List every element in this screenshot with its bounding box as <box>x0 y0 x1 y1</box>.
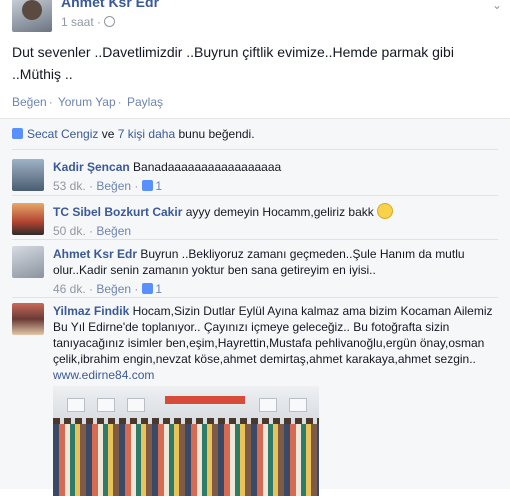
photo-window <box>67 398 85 412</box>
comment-like-count[interactable]: 1 <box>155 282 162 296</box>
commenter-name[interactable]: Kadir Şencan <box>53 160 130 174</box>
commenter-name[interactable]: Ahmet Ksr Edr <box>53 247 137 261</box>
post-actions: Beğen · Yorum Yap · Paylaş <box>12 95 164 109</box>
comment-text: Banadaaaaaaaaaaaaaaaaa <box>133 160 282 174</box>
comment-link: www.edirne84.com <box>53 367 493 383</box>
commenter-avatar[interactable] <box>12 246 44 278</box>
share-button[interactable]: Paylaş <box>127 95 163 109</box>
comment-like-button[interactable]: Beğen <box>96 179 131 193</box>
comment-meta: 53 dk. · Beğen · 1 <box>53 179 163 193</box>
post-author-name[interactable]: Ahmet Ksr Edr <box>61 0 159 10</box>
smile-emoji-icon <box>376 203 393 219</box>
liker-name[interactable]: Secat Cengiz <box>27 127 98 141</box>
photo-window <box>97 398 115 412</box>
thumbs-up-icon <box>142 180 154 191</box>
photo-window <box>289 398 307 412</box>
likes-conjunction: ve <box>101 127 115 141</box>
commenter-name[interactable]: TC Sibel Bozkurt Cakir <box>53 205 182 219</box>
divider <box>12 149 498 150</box>
chevron-down-icon[interactable]: ⌄ <box>492 0 502 12</box>
comment-text: ayyy demeyin Hocamm,geliriz bakk <box>185 205 374 219</box>
like-button[interactable]: Beğen <box>12 95 47 109</box>
post-text: Dut sevenler ..Davetlimizdir ..Buyrun çi… <box>12 44 454 82</box>
feedback-section: Secat Cengiz ve 7 kişi daha bunu beğendi… <box>0 118 510 496</box>
likes-summary: Secat Cengiz ve 7 kişi daha bunu beğendi… <box>12 127 255 141</box>
post-header: Ahmet Ksr Edr 1 saat · ⌄ <box>0 0 510 38</box>
thumbs-up-icon <box>12 128 23 139</box>
comment-time[interactable]: 53 dk. <box>53 179 86 193</box>
divider <box>12 297 498 298</box>
likes-suffix: bunu beğendi. <box>178 127 255 141</box>
comment-button[interactable]: Yorum Yap <box>58 95 116 109</box>
divider <box>12 195 498 196</box>
comment-photo[interactable] <box>53 386 319 496</box>
globe-icon[interactable] <box>104 16 116 27</box>
commenter-avatar[interactable] <box>12 303 44 335</box>
commenter-avatar[interactable] <box>12 203 44 235</box>
comment-meta: 46 dk. · Beğen · 1 <box>53 282 163 296</box>
comment-like-count[interactable]: 1 <box>155 179 162 193</box>
photo-crowd <box>53 424 319 496</box>
photo-window <box>127 398 145 412</box>
website-link[interactable]: www.edirne84.com <box>53 368 154 382</box>
photo-window <box>259 398 277 412</box>
author-avatar[interactable] <box>12 0 52 32</box>
comment-time[interactable]: 46 dk. <box>53 282 86 296</box>
commenter-avatar[interactable] <box>12 159 44 191</box>
commenter-name[interactable]: Yilmaz Findik <box>53 304 129 318</box>
comment-like-button[interactable]: Beğen <box>96 282 131 296</box>
post-meta: 1 saat · <box>61 15 116 29</box>
post-time[interactable]: 1 saat <box>61 15 94 29</box>
comment-time[interactable]: 50 dk. <box>53 224 86 238</box>
thumbs-up-icon <box>142 283 154 294</box>
divider <box>12 239 498 240</box>
others-link[interactable]: 7 kişi daha <box>118 127 175 141</box>
comment-like-button[interactable]: Beğen <box>96 224 131 238</box>
photo-banner <box>165 396 245 404</box>
comment-meta: 50 dk. · Beğen <box>53 224 132 238</box>
